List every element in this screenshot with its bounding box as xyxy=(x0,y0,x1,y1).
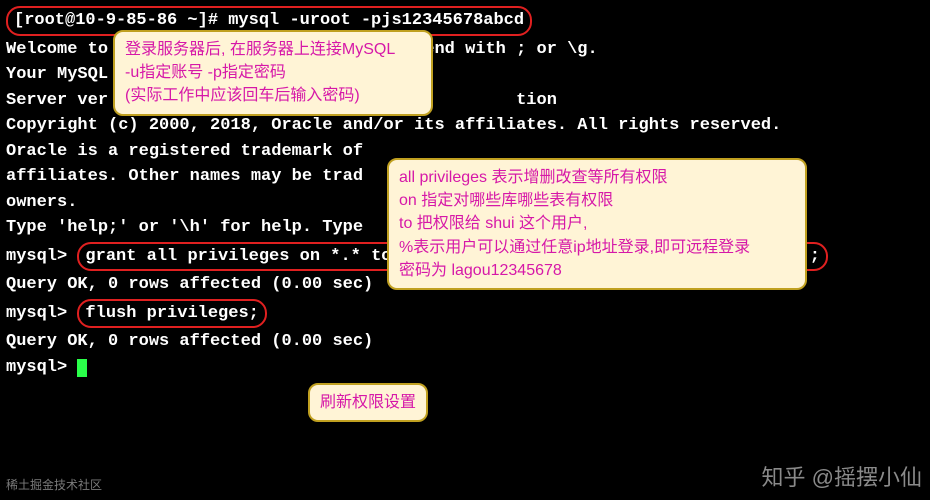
annot-text: 密码为 lagou12345678 xyxy=(399,259,795,282)
term-line: Query OK, 0 rows affected (0.00 sec) xyxy=(6,329,924,355)
annotation-login: 登录服务器后, 在服务器上连接MySQL -u指定账号 -p指定密码 (实际工作… xyxy=(113,30,433,116)
annot-text: to 把权限给 shui 这个用户, xyxy=(399,212,795,235)
annot-text: (实际工作中应该回车后输入密码) xyxy=(125,84,421,107)
annot-text: on 指定对哪些库哪些表有权限 xyxy=(399,189,795,212)
annotation-grant: all privileges 表示增删改查等所有权限 on 指定对哪些库哪些表有… xyxy=(387,158,807,290)
cursor-icon xyxy=(77,359,87,377)
watermark-left: 稀土掘金技术社区 xyxy=(6,476,102,494)
annotation-flush: 刷新权限设置 xyxy=(308,383,428,422)
annot-text: 登录服务器后, 在服务器上连接MySQL xyxy=(125,38,421,61)
annot-text: 刷新权限设置 xyxy=(320,394,416,411)
term-line: Copyright (c) 2000, 2018, Oracle and/or … xyxy=(6,113,924,139)
annot-text: all privileges 表示增删改查等所有权限 xyxy=(399,166,795,189)
watermark-right: 知乎 @摇摆小仙 xyxy=(762,461,922,494)
mysql-prompt: mysql> xyxy=(6,247,77,266)
cmd-flush: flush privileges; xyxy=(77,299,266,329)
mysql-prompt: mysql> xyxy=(6,358,77,377)
mysql-prompt: mysql> xyxy=(6,304,77,323)
annot-text: %表示用户可以通过任意ip地址登录,即可远程登录 xyxy=(399,236,795,259)
annot-text: -u指定账号 -p指定密码 xyxy=(125,61,421,84)
